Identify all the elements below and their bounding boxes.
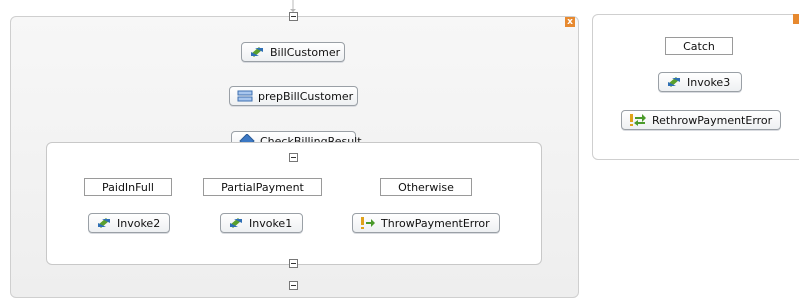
invoke-icon xyxy=(668,77,680,87)
case-partialpayment[interactable]: PartialPayment xyxy=(203,178,322,196)
invoke-icon xyxy=(251,47,263,57)
rethrow-icon xyxy=(630,114,646,126)
case-label: Otherwise xyxy=(398,180,454,194)
catch-block[interactable]: Catch xyxy=(665,37,733,55)
collapse-bottom-toggle[interactable] xyxy=(289,259,298,268)
case-otherwise[interactable]: Otherwise xyxy=(380,178,472,196)
close-handler-button[interactable] xyxy=(793,14,799,24)
activity-throwpaymenterror[interactable]: ThrowPaymentError xyxy=(352,213,500,233)
collapse-main-toggle[interactable] xyxy=(289,12,298,21)
invoke-icon xyxy=(98,218,110,228)
activity-label: Invoke2 xyxy=(117,216,161,230)
activity-prepbillcustomer[interactable]: prepBillCustomer xyxy=(229,86,358,106)
close-scope-button[interactable]: x xyxy=(565,17,575,27)
throw-icon xyxy=(361,217,375,229)
activity-label: Invoke1 xyxy=(249,216,293,230)
invoke-icon xyxy=(230,218,242,228)
collapse-choice-toggle[interactable] xyxy=(289,153,298,162)
activity-label: RethrowPaymentError xyxy=(652,113,773,127)
activity-label: ThrowPaymentError xyxy=(381,216,490,230)
activity-label: prepBillCustomer xyxy=(258,89,354,103)
activity-invoke1[interactable]: Invoke1 xyxy=(220,213,303,233)
activity-label: Invoke3 xyxy=(687,75,731,89)
assign-icon xyxy=(237,90,253,102)
case-label: PaidInFull xyxy=(102,180,154,194)
catch-label: Catch xyxy=(683,39,715,53)
activity-rethrowpaymenterror[interactable]: RethrowPaymentError xyxy=(621,110,781,130)
case-label: PartialPayment xyxy=(221,180,304,194)
case-paidinfull[interactable]: PaidInFull xyxy=(84,178,172,196)
activity-billcustomer[interactable]: BillCustomer xyxy=(241,42,345,62)
activity-invoke3[interactable]: Invoke3 xyxy=(658,72,742,92)
activity-label: BillCustomer xyxy=(270,45,341,59)
activity-invoke2[interactable]: Invoke2 xyxy=(88,213,170,233)
